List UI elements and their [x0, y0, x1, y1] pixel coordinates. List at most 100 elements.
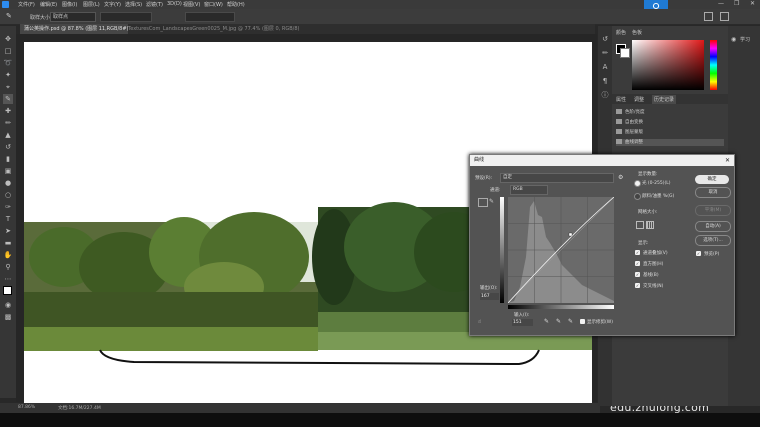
baseline-checkbox[interactable]: ✓: [635, 272, 640, 277]
history-item-selected[interactable]: 曲线调整: [616, 139, 724, 146]
screen-mode-icon[interactable]: ▩: [3, 312, 13, 322]
pigment-radio[interactable]: [634, 193, 641, 200]
menu-select[interactable]: 选择(S): [125, 1, 142, 8]
sample-select-3[interactable]: [185, 12, 235, 22]
sample-size-select[interactable]: 取样点: [50, 12, 96, 22]
black-eyedropper-icon[interactable]: ✎: [544, 318, 549, 325]
eyedropper-tool-icon[interactable]: ✎: [3, 94, 13, 104]
on-image-adjust-icon[interactable]: ☝: [478, 319, 481, 325]
menu-filter[interactable]: 滤镜(T): [146, 1, 163, 8]
status-bar: 87.86% 文档:16.7M/227.4M: [0, 403, 600, 413]
menu-image[interactable]: 图像(I): [62, 1, 77, 8]
input-field[interactable]: 151: [512, 319, 533, 326]
tab-properties[interactable]: 属性: [616, 96, 626, 103]
ok-button[interactable]: 确定: [695, 175, 729, 184]
history-brush-icon[interactable]: ↺: [3, 142, 13, 152]
path-select-icon[interactable]: ➤: [3, 226, 13, 236]
sample-select-2[interactable]: [100, 12, 152, 22]
curve-edit-icon[interactable]: [478, 198, 488, 207]
menu-help[interactable]: 帮助(H): [227, 1, 245, 8]
intersection-checkbox[interactable]: ✓: [635, 283, 640, 288]
tab-swatches[interactable]: 色板: [632, 29, 642, 36]
more-tools-icon[interactable]: ⋯: [3, 274, 13, 284]
output-field[interactable]: 167: [480, 293, 499, 300]
tab-document-2[interactable]: TexturesCom_LandscapesGreen0025_M.jpg @ …: [124, 24, 322, 34]
menu-layer[interactable]: 图层(L): [83, 1, 100, 8]
move-tool-icon[interactable]: ✥: [3, 34, 13, 44]
brush-panel-icon[interactable]: ✏: [600, 48, 610, 58]
curves-graph[interactable]: [508, 197, 614, 303]
restore-icon[interactable]: ❐: [734, 0, 739, 7]
channel-overlay-checkbox[interactable]: ✓: [635, 250, 640, 255]
menu-file[interactable]: 文件(F): [18, 1, 35, 8]
tab-history[interactable]: 历史记录: [652, 95, 677, 104]
hand-tool-icon[interactable]: ✋: [3, 250, 13, 260]
gradient-tool-icon[interactable]: ▣: [3, 166, 13, 176]
options-button[interactable]: 选项(T)...: [695, 235, 731, 246]
learn-label[interactable]: 学习: [740, 36, 750, 43]
history-state-icon: [616, 109, 622, 114]
history-item[interactable]: 图层蒙版: [616, 129, 643, 136]
eyedropper-tool-icon[interactable]: ✎: [6, 12, 12, 20]
show-clipping-checkbox[interactable]: [580, 319, 585, 324]
dialog-close-icon[interactable]: ✕: [725, 155, 730, 166]
type-tool-icon[interactable]: T: [3, 214, 13, 224]
quick-mask-icon[interactable]: ◉: [3, 300, 13, 310]
dodge-tool-icon[interactable]: ○: [3, 190, 13, 200]
workspace-icon[interactable]: [704, 12, 713, 21]
minimize-icon[interactable]: —: [718, 0, 724, 7]
marquee-tool-icon[interactable]: □: [3, 46, 13, 56]
stamp-tool-icon[interactable]: ▲: [3, 130, 13, 140]
menu-view[interactable]: 视图(V): [183, 1, 200, 8]
gray-eyedropper-icon[interactable]: ✎: [556, 318, 561, 325]
info-panel-icon[interactable]: ⓘ: [600, 90, 610, 100]
history-item[interactable]: 自由变换: [616, 119, 643, 126]
crop-tool-icon[interactable]: ⌖: [3, 82, 13, 92]
channel-select[interactable]: RGB: [510, 185, 548, 195]
menu-3d[interactable]: 3D(D): [167, 1, 182, 7]
learn-icon[interactable]: ◉: [731, 36, 736, 43]
simple-grid-icon[interactable]: [636, 221, 644, 229]
foreground-color[interactable]: [3, 286, 12, 295]
tab-color[interactable]: 颜色: [616, 29, 626, 36]
share-icon[interactable]: [720, 12, 729, 21]
background-swatch[interactable]: [620, 48, 630, 58]
healing-tool-icon[interactable]: ✚: [3, 106, 13, 116]
tab-adjustments[interactable]: 调整: [634, 96, 644, 103]
history-state-icon: [616, 129, 622, 134]
menu-window[interactable]: 窗口(W): [204, 1, 223, 8]
show-label: 显示:: [638, 241, 649, 246]
preset-options-icon[interactable]: ⚙: [618, 174, 623, 181]
cancel-button[interactable]: 取消: [695, 187, 731, 198]
history-item[interactable]: 色阶/亮度: [616, 109, 645, 116]
paragraph-panel-icon[interactable]: ¶: [600, 76, 610, 86]
detailed-grid-icon[interactable]: [646, 221, 654, 229]
blur-tool-icon[interactable]: ●: [3, 178, 13, 188]
character-panel-icon[interactable]: A: [600, 62, 610, 72]
auto-button[interactable]: 自动(A): [695, 221, 731, 232]
history-panel-icon[interactable]: ↺: [600, 34, 610, 44]
color-picker-field[interactable]: [632, 40, 704, 90]
white-eyedropper-icon[interactable]: ✎: [568, 318, 573, 325]
ps-logo-icon[interactable]: [2, 1, 9, 8]
close-icon[interactable]: ✕: [750, 0, 755, 7]
pen-tool-icon[interactable]: ✑: [3, 202, 13, 212]
dialog-titlebar: 曲线 ✕: [470, 155, 734, 166]
eraser-tool-icon[interactable]: ▮: [3, 154, 13, 164]
zoom-tool-icon[interactable]: ⚲: [3, 262, 13, 272]
brush-tool-icon[interactable]: ✏: [3, 118, 13, 128]
preview-checkbox[interactable]: ✓: [696, 251, 701, 256]
lasso-tool-icon[interactable]: ➰: [3, 58, 13, 68]
histogram-checkbox[interactable]: ✓: [635, 261, 640, 266]
smooth-button[interactable]: 平滑(M): [695, 205, 731, 216]
pencil-icon[interactable]: ✎: [489, 198, 494, 205]
menu-type[interactable]: 文字(Y): [104, 1, 121, 8]
shape-tool-icon[interactable]: ▬: [3, 238, 13, 248]
zoom-level[interactable]: 87.86%: [18, 405, 35, 410]
tab-document-1[interactable]: 蒲公英操作.psd @ 87.8% (图层 11,RGB/8#) *: [20, 24, 128, 34]
magic-wand-tool-icon[interactable]: ✦: [3, 70, 13, 80]
menu-edit[interactable]: 编辑(E): [40, 1, 57, 8]
light-radio[interactable]: [634, 180, 641, 187]
preset-select[interactable]: 自定: [500, 173, 614, 183]
hue-slider[interactable]: [710, 40, 717, 90]
